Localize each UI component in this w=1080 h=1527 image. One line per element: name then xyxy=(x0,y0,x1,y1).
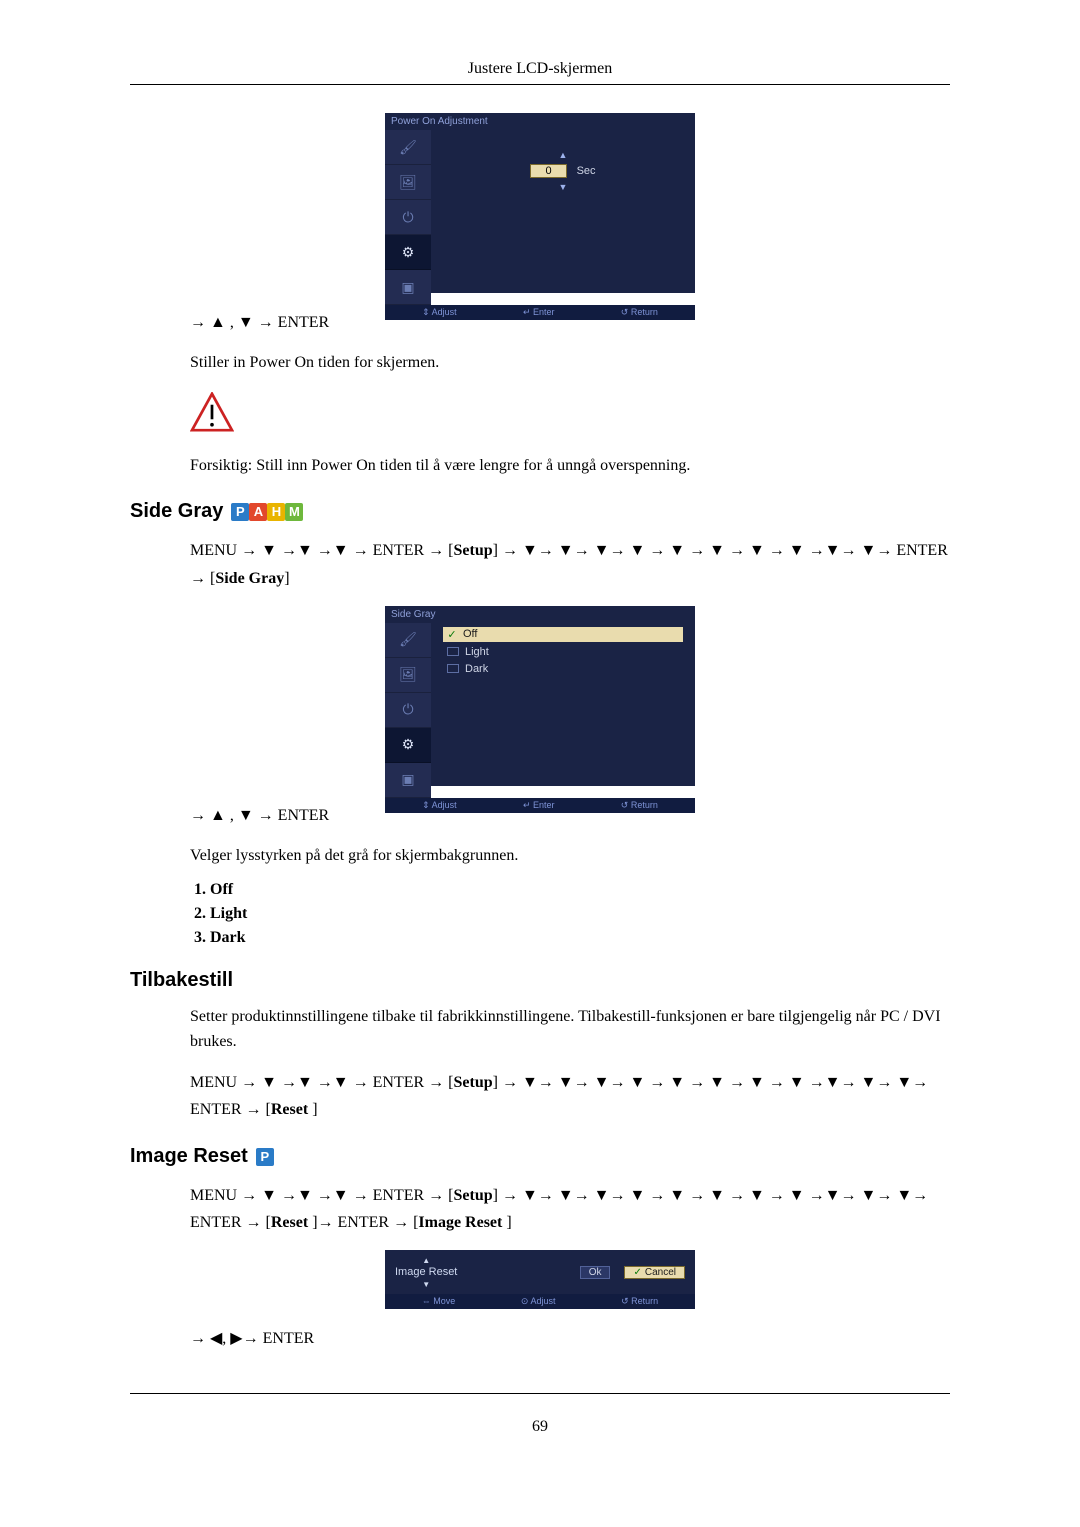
osd-footer-return: ↺ Return xyxy=(621,307,658,318)
footer-rule xyxy=(130,1393,950,1394)
cancel-button: ✓Cancel xyxy=(624,1266,685,1279)
power-icon: ⏻ xyxy=(385,200,431,235)
osd-footer-return: ↺ Return xyxy=(621,800,658,811)
up-arrow-icon: ▲ xyxy=(559,150,568,160)
tilbakestill-heading: Tilbakestill xyxy=(130,969,950,992)
ok-button: Ok xyxy=(580,1266,611,1279)
osd-sidegray-title: Side Gray xyxy=(385,606,695,623)
option-light: Light xyxy=(210,905,950,923)
osd-poweron: Power On Adjustment 🖌 🖼 ⏻ ⚙ ▣ ▲ 0 Sec xyxy=(385,113,695,293)
brush-icon: 🖌 xyxy=(385,623,431,658)
sidegray-option-light: Light xyxy=(443,645,683,659)
sidegray-option-dark: Dark xyxy=(443,662,683,676)
mode-badges: P A H M xyxy=(231,503,303,521)
badge-h-icon: H xyxy=(267,503,285,521)
warning-icon xyxy=(190,392,234,437)
badge-a-icon: A xyxy=(249,503,267,521)
power-icon: ⏻ xyxy=(385,693,431,728)
osd-footer-adjust: ⇕ Adjust xyxy=(422,800,457,811)
sidegray-desc: Velger lysstyrken på det grå for skjermb… xyxy=(190,843,950,869)
osd-footer-move: ⇔ Move xyxy=(422,1296,456,1307)
page-header-title: Justere LCD-skjermen xyxy=(130,60,950,78)
osd-poweron-title: Power On Adjustment xyxy=(385,113,695,130)
osd-footer-adjust: ⇕ Adjust xyxy=(422,307,457,318)
poweron-value: 0 xyxy=(530,164,566,178)
imagereset-nav2: → ◀, ▶→ ENTER xyxy=(190,1325,950,1352)
gear-icon: ⚙ xyxy=(385,235,431,270)
imagereset-heading: Image Reset P xyxy=(130,1145,950,1168)
image-icon: 🖼 xyxy=(385,658,431,693)
mode-badges-single: P xyxy=(256,1148,274,1166)
panel-icon: ▣ xyxy=(385,270,431,305)
poweron-desc: Stiller in Power On tiden for skjermen. xyxy=(190,350,950,376)
badge-m-icon: M xyxy=(285,503,303,521)
osd-footer-return: ↺ Return xyxy=(621,1296,658,1307)
osd-footer-enter: ↵ Enter xyxy=(523,800,555,811)
osd-sidegray: Side Gray 🖌 🖼 ⏻ ⚙ ▣ ✓Off Light Dark ⇕ Ad… xyxy=(385,606,695,786)
gear-icon: ⚙ xyxy=(385,728,431,763)
page-number: 69 xyxy=(130,1418,950,1436)
badge-p-icon: P xyxy=(231,503,249,521)
tilbakestill-menu-path: MENU → ▼ →▼ →▼ → ENTER → [Setup] → ▼→ ▼→… xyxy=(190,1069,950,1123)
brush-icon: 🖌 xyxy=(385,130,431,165)
panel-icon: ▣ xyxy=(385,763,431,798)
osd-footer-enter: ↵ Enter xyxy=(523,307,555,318)
osd-imagereset-dialog: ▲ Image Reset ▼ Ok ✓Cancel ⇔ Move ⊙ Adju… xyxy=(385,1250,695,1309)
sidegray-menu-path: MENU → ▼ →▼ →▼ → ENTER → [Setup] → ▼→ ▼→… xyxy=(190,537,950,591)
tilbakestill-desc: Setter produktinnstillingene tilbake til… xyxy=(190,1004,950,1055)
osd-footer-adjust: ⊙ Adjust xyxy=(521,1296,556,1307)
down-arrow-icon: ▼ xyxy=(559,182,568,192)
header-rule xyxy=(130,84,950,85)
sidegray-heading: Side Gray P A H M xyxy=(130,500,950,523)
sidegray-option-off: ✓Off xyxy=(443,627,683,642)
option-dark: Dark xyxy=(210,929,950,947)
imagereset-menu-path: MENU → ▼ →▼ →▼ → ENTER → [Setup] → ▼→ ▼→… xyxy=(190,1182,950,1236)
sidegray-options-list: Off Light Dark xyxy=(210,881,950,947)
dialog-title: ▲ Image Reset ▼ xyxy=(395,1254,566,1290)
badge-p-icon: P xyxy=(256,1148,274,1166)
poweron-unit: Sec xyxy=(577,165,596,177)
option-off: Off xyxy=(210,881,950,899)
image-icon: 🖼 xyxy=(385,165,431,200)
poweron-caution: Forsiktig: Still inn Power On tiden til … xyxy=(190,453,950,479)
